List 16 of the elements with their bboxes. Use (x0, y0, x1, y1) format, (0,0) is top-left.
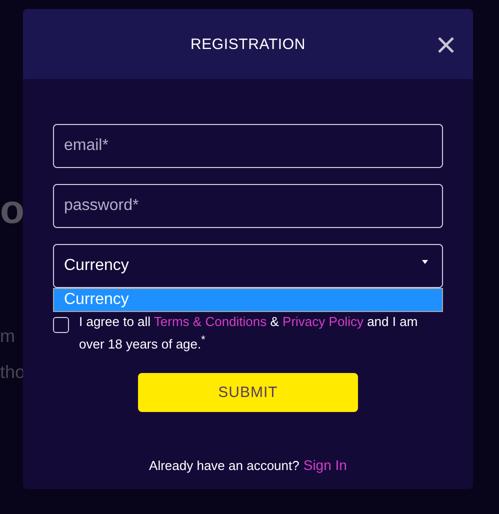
submit-button[interactable]: SUBMIT (138, 373, 358, 412)
sign-in-link[interactable]: Sign In (303, 457, 347, 474)
policy-link[interactable]: Privacy Policy (282, 314, 364, 329)
background-text: m (0, 326, 15, 347)
email-field[interactable]: email* (53, 124, 443, 168)
dropdown-option[interactable]: Currency (54, 289, 442, 311)
background-text: o (0, 188, 24, 233)
account-prompt: Already have an account? (149, 458, 300, 474)
close-icon[interactable] (437, 36, 455, 54)
agree-checkbox[interactable] (53, 317, 69, 333)
agreement-text: I agree to all Terms & Conditions & Privacy Policy and I am over 18 years of age.$^{*}$ (79, 313, 419, 354)
password-field[interactable]: password* (53, 184, 443, 228)
policy-link[interactable]: Terms & Conditions (154, 314, 267, 329)
caret-icon (422, 260, 428, 264)
currency-select[interactable]: Currency (53, 244, 443, 288)
dialog-title: REGISTRATION (190, 36, 306, 52)
